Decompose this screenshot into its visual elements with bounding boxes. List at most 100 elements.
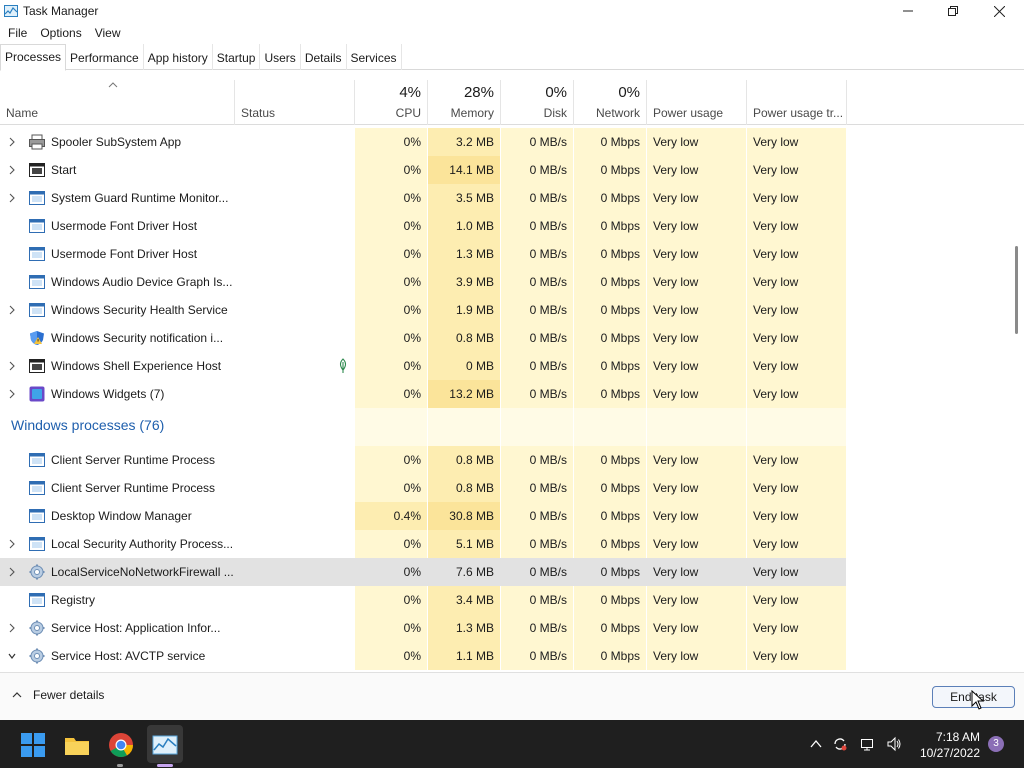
process-row-desktop-window-manager[interactable]: Desktop Window Manager 0.4% 30.8 MB 0 MB/s 0… [0, 502, 1010, 530]
process-disk: 0 MB/s [501, 324, 573, 352]
fewer-details-toggle[interactable]: Fewer details [12, 688, 104, 702]
chrome-icon[interactable] [108, 732, 134, 758]
process-power-trend: Very low [747, 268, 846, 296]
menu-file[interactable]: File [8, 24, 27, 42]
column-status[interactable]: Status [235, 80, 355, 125]
tab-startup[interactable]: Startup [213, 44, 261, 70]
vertical-scrollbar[interactable] [1011, 126, 1024, 672]
column-name-label: Name [6, 106, 39, 120]
process-memory: 0.8 MB [428, 474, 500, 502]
process-disk: 0 MB/s [501, 586, 573, 614]
process-row-windows-widgets-7[interactable]: Windows Widgets (7) 0% 13.2 MB 0 MB/s 0 Mbps… [0, 380, 1010, 408]
process-row-client-server-runtime-process[interactable]: Client Server Runtime Process 0% 0.8 MB 0 M… [0, 446, 1010, 474]
tab-services[interactable]: Services [347, 44, 402, 70]
clock[interactable]: 7:18 AM 10/27/2022 [916, 729, 980, 761]
chevron-right-icon[interactable] [8, 137, 16, 147]
chevron-right-icon[interactable] [8, 165, 16, 175]
sync-icon[interactable] [832, 736, 848, 752]
menu-options[interactable]: Options [40, 24, 81, 42]
process-row-usermode-font-driver-host[interactable]: Usermode Font Driver Host 0% 1.3 MB 0 MB/s 0… [0, 240, 1010, 268]
process-memory: 30.8 MB [428, 502, 500, 530]
process-disk: 0 MB/s [501, 502, 573, 530]
column-memory[interactable]: 28% Memory [428, 80, 501, 125]
chevron-right-icon[interactable] [8, 389, 16, 399]
process-row-client-server-runtime-process[interactable]: Client Server Runtime Process 0% 0.8 MB 0 M… [0, 474, 1010, 502]
column-cpu[interactable]: 4% CPU [355, 80, 428, 125]
process-cpu: 0% [355, 156, 427, 184]
process-cpu: 0% [355, 474, 427, 502]
process-disk: 0 MB/s [501, 296, 573, 324]
chevron-down-icon[interactable] [8, 651, 16, 661]
process-row-windows-audio-device-graph-is[interactable]: Windows Audio Device Graph Is... 0% 3.9 MB… [0, 268, 1010, 296]
sort-up-icon [108, 82, 118, 88]
column-power-usage-trend[interactable]: Power usage tr... [747, 80, 847, 125]
minimize-button[interactable] [885, 0, 931, 22]
process-table: Spooler SubSystem App 0% 3.2 MB 0 MB/s 0 Mbp… [0, 126, 1010, 672]
process-network: 0 Mbps [574, 296, 646, 324]
process-name: Local Security Authority Process... [51, 537, 234, 551]
chevron-right-icon[interactable] [8, 567, 16, 577]
process-row-service-host-avctp-service[interactable]: Service Host: AVCTP service 0% 1.1 MB 0 MB/… [0, 642, 1010, 670]
column-power-usage[interactable]: Power usage [647, 80, 747, 125]
column-network[interactable]: 0% Network [574, 80, 647, 125]
group-band-memory [428, 408, 500, 446]
column-disk[interactable]: 0% Disk [501, 80, 574, 125]
widgets-icon [29, 386, 45, 402]
chevron-right-icon[interactable] [8, 539, 16, 549]
process-disk: 0 MB/s [501, 156, 573, 184]
task-manager-window: Task Manager File Options View Processes… [0, 0, 1024, 768]
process-network: 0 Mbps [574, 502, 646, 530]
chevron-right-icon[interactable] [8, 361, 16, 371]
process-row-windows-security-health-service[interactable]: Windows Security Health Service 0% 1.9 MB 0… [0, 296, 1010, 324]
volume-icon[interactable] [886, 736, 902, 752]
menu-view[interactable]: View [95, 24, 121, 42]
chevron-right-icon[interactable] [8, 193, 16, 203]
process-memory: 3.5 MB [428, 184, 500, 212]
process-status [236, 474, 354, 502]
windows-start-icon[interactable] [20, 732, 46, 758]
process-disk: 0 MB/s [501, 268, 573, 296]
process-row-start[interactable]: Start 0% 14.1 MB 0 MB/s 0 Mbps Very low Very l… [0, 156, 1010, 184]
process-row-localservicenonetworkfirewall[interactable]: LocalServiceNoNetworkFirewall ... 0% 7.6 M… [0, 558, 1010, 586]
restore-button[interactable] [930, 0, 976, 22]
file-explorer-icon[interactable] [64, 732, 90, 758]
process-power-usage: Very low [647, 502, 746, 530]
process-cpu: 0% [355, 530, 427, 558]
scroll-thumb[interactable] [1015, 246, 1018, 334]
process-memory: 1.3 MB [428, 240, 500, 268]
process-row-local-security-authority-process[interactable]: Local Security Authority Process... 0% 5.1… [0, 530, 1010, 558]
tab-users[interactable]: Users [260, 44, 301, 70]
process-row-service-host-application-infor[interactable]: Service Host: Application Infor... 0% 1.3 … [0, 614, 1010, 642]
chevron-right-icon[interactable] [8, 623, 16, 633]
process-network: 0 Mbps [574, 212, 646, 240]
process-power-usage: Very low [647, 128, 746, 156]
column-memory-label: Memory [450, 106, 494, 120]
process-row-windows-security-notification-i[interactable]: Windows Security notification i... 0% 0.8 … [0, 324, 1010, 352]
process-status [236, 324, 354, 352]
process-row-registry[interactable]: Registry 0% 3.4 MB 0 MB/s 0 Mbps Very low Very… [0, 586, 1010, 614]
chevron-up-tray-icon[interactable] [808, 736, 824, 752]
tab-app-history[interactable]: App history [144, 44, 213, 70]
process-power-trend: Very low [747, 474, 846, 502]
task-manager-icon[interactable] [152, 732, 178, 758]
tab-performance[interactable]: Performance [66, 44, 144, 70]
process-power-trend: Very low [747, 156, 846, 184]
tab-details[interactable]: Details [301, 44, 347, 70]
process-name: Spooler SubSystem App [51, 135, 182, 149]
process-status [236, 558, 354, 586]
column-name[interactable]: Name [0, 80, 235, 125]
process-row-usermode-font-driver-host[interactable]: Usermode Font Driver Host 0% 1.0 MB 0 MB/s 0… [0, 212, 1010, 240]
process-network: 0 Mbps [574, 380, 646, 408]
process-power-trend: Very low [747, 352, 846, 380]
notification-badge[interactable]: 3 [988, 736, 1004, 752]
process-memory: 0.8 MB [428, 324, 500, 352]
tab-processes[interactable]: Processes [0, 44, 67, 71]
close-button[interactable] [976, 0, 1022, 22]
chevron-right-icon[interactable] [8, 305, 16, 315]
process-row-spooler-subsystem-app[interactable]: Spooler SubSystem App 0% 3.2 MB 0 MB/s 0 Mbp… [0, 128, 1010, 156]
app-window-dark-icon [29, 359, 45, 373]
process-row-system-guard-runtime-monitor[interactable]: System Guard Runtime Monitor... 0% 3.5 MB 0… [0, 184, 1010, 212]
process-row-windows-shell-experience-host[interactable]: Windows Shell Experience Host 0% 0 MB 0 MB/… [0, 352, 1010, 380]
process-memory: 3.4 MB [428, 586, 500, 614]
network-icon[interactable] [860, 736, 876, 752]
